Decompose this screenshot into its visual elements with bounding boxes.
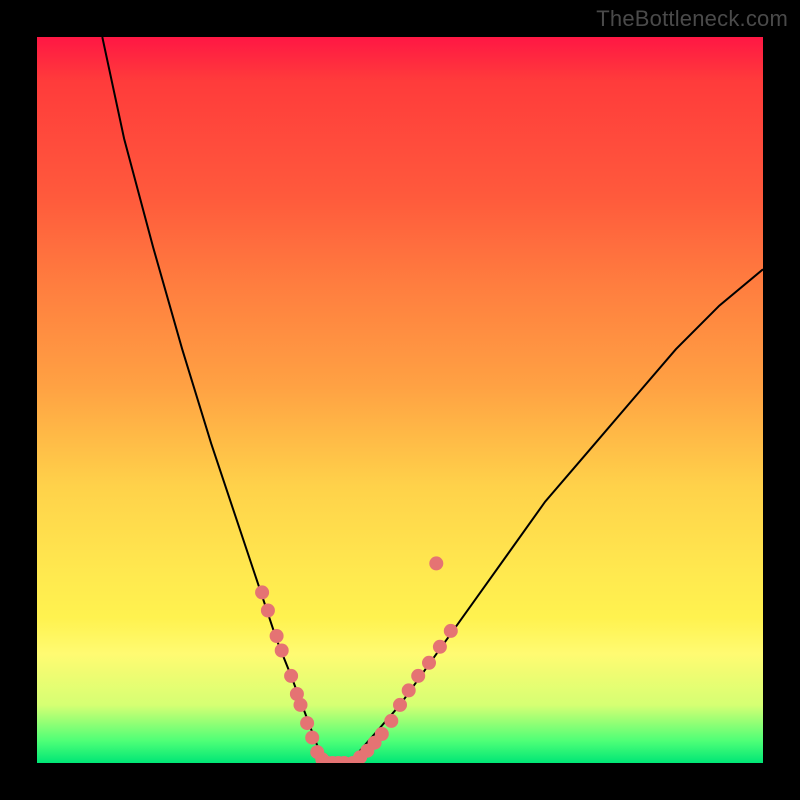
curve-marker — [433, 640, 447, 654]
watermark-text: TheBottleneck.com — [596, 6, 788, 32]
curve-marker — [429, 556, 443, 570]
curve-marker — [402, 683, 416, 697]
curve-marker — [284, 669, 298, 683]
bottleneck-curve-svg — [37, 37, 763, 763]
curve-marker — [393, 698, 407, 712]
curve-marker — [261, 604, 275, 618]
curve-marker — [275, 644, 289, 658]
curve-marker — [384, 714, 398, 728]
curve-marker — [375, 727, 389, 741]
plot-area — [37, 37, 763, 763]
curve-marker — [305, 731, 319, 745]
curve-marker — [294, 698, 308, 712]
chart-frame: TheBottleneck.com — [0, 0, 800, 800]
curve-marker — [422, 656, 436, 670]
curve-marker — [444, 624, 458, 638]
curve-marker — [255, 585, 269, 599]
curve-marker — [270, 629, 284, 643]
curve-marker — [300, 716, 314, 730]
curve-line — [102, 37, 763, 763]
bottleneck-curve-path — [102, 37, 763, 763]
curve-marker — [411, 669, 425, 683]
